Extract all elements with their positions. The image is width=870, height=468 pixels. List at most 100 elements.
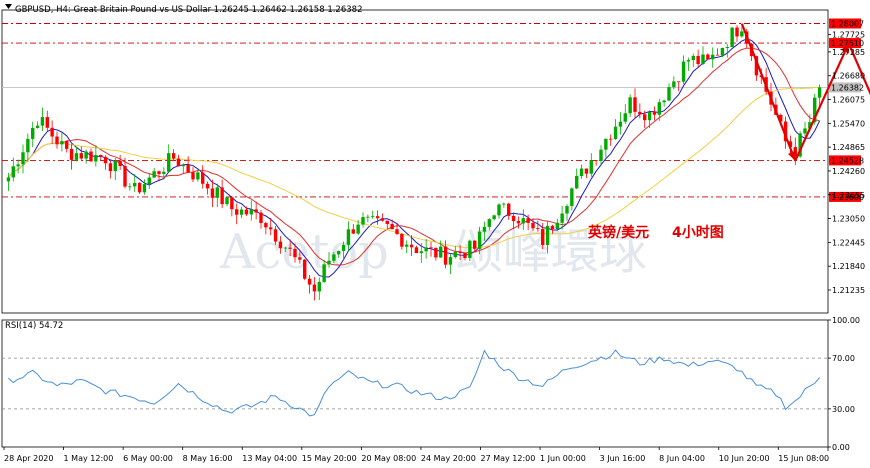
candle-body — [167, 153, 171, 172]
candle-body — [84, 151, 88, 159]
price-tick-label: 1.25470 — [832, 119, 865, 128]
candle-body — [210, 188, 215, 198]
candle-body — [6, 177, 11, 182]
candle-body — [385, 220, 389, 225]
candle-body — [356, 224, 360, 234]
candle-body — [103, 157, 108, 164]
rsi-panel-frame — [1, 319, 829, 448]
candle-body — [157, 171, 161, 174]
price-tick-label: 1.26680 — [832, 72, 865, 81]
candle-body — [463, 253, 467, 258]
candle-body — [50, 127, 54, 137]
candle-body — [643, 114, 647, 121]
price-chart-svg[interactable]: Acetop颂峰環球1.280071.275101.245281.236001.… — [0, 0, 870, 468]
candle-body — [599, 149, 603, 161]
candle-body — [730, 27, 734, 48]
candle-body — [584, 168, 589, 174]
candle-body — [633, 97, 637, 112]
candle-body — [720, 47, 725, 56]
time-tick-label: 6 May 00:00 — [123, 454, 173, 463]
candle-body — [681, 61, 686, 82]
candle-body — [405, 244, 409, 247]
candle-body — [375, 216, 380, 219]
time-tick-label: 27 May 12:00 — [480, 454, 535, 463]
candle-body — [327, 260, 331, 265]
time-tick-label: 13 May 04:00 — [242, 454, 297, 463]
candle-body — [458, 251, 462, 254]
candle-body — [395, 229, 399, 234]
price-tick-label: 1.23050 — [832, 215, 865, 224]
rsi-tick-label: 100.00 — [832, 316, 860, 325]
candle-body — [283, 247, 287, 249]
candle-body — [293, 248, 297, 258]
candle-body — [502, 203, 506, 205]
candle-body — [817, 87, 822, 98]
candle-body — [453, 251, 457, 258]
time-tick-label: 8 Jun 04:00 — [659, 454, 705, 463]
candle-body — [541, 229, 545, 245]
rsi-title: RSI(14) 54.72 — [5, 321, 63, 331]
candle-body — [99, 155, 103, 158]
price-tick-label: 1.21840 — [832, 262, 865, 271]
rsi-tick-label: 70.00 — [832, 354, 855, 363]
candle-body — [312, 284, 317, 292]
price-tick-label: 1.24260 — [832, 167, 865, 176]
candle-body — [273, 229, 278, 242]
candle-body — [594, 160, 598, 162]
candle-body — [507, 203, 511, 216]
candle-body — [531, 222, 535, 229]
time-tick-label: 15 May 20:00 — [302, 454, 357, 463]
annotation-arrow-segment-0 — [740, 23, 797, 162]
candle-body — [259, 212, 263, 224]
candle-body — [113, 160, 117, 172]
candle-body — [176, 158, 181, 167]
moving-average-line-2 — [8, 86, 820, 249]
candle-body — [361, 217, 365, 225]
candle-body — [108, 163, 113, 172]
candle-body — [346, 229, 351, 245]
price-tick-label: 1.26075 — [832, 96, 865, 105]
candle-body — [230, 197, 234, 210]
rsi-tick-label: 0.00 — [832, 443, 850, 452]
candle-body — [74, 153, 79, 160]
candle-body — [269, 227, 273, 230]
candle-body — [434, 247, 438, 258]
candle-body — [235, 209, 239, 215]
price-tick-label: 1.24865 — [832, 143, 865, 152]
candle-body — [322, 264, 326, 282]
candle-body — [303, 259, 307, 279]
candle-body — [711, 54, 715, 60]
candle-body — [254, 209, 258, 213]
candle-body — [691, 55, 695, 61]
candle-body — [409, 244, 414, 248]
time-tick-label: 8 May 16:00 — [183, 454, 233, 463]
candle-body — [647, 112, 652, 121]
candle-body — [11, 166, 15, 178]
candle-body — [133, 182, 137, 187]
chevron-down-icon[interactable] — [5, 4, 12, 9]
candle-body — [579, 168, 584, 176]
candle-body — [137, 182, 142, 193]
candle-body — [196, 172, 200, 180]
time-tick-label: 10 Jun 20:00 — [719, 454, 770, 463]
candle-body — [152, 171, 156, 178]
candle-body — [215, 187, 219, 198]
candle-body — [560, 213, 564, 223]
price-tick-label: 1.21235 — [832, 286, 865, 295]
candle-body — [701, 54, 705, 65]
candle-body — [317, 281, 321, 292]
level-label-0: 1.28007 — [831, 19, 864, 28]
candle-body — [40, 117, 45, 126]
candle-body — [482, 226, 487, 232]
candle-body — [249, 209, 253, 215]
candle-body — [341, 244, 346, 251]
candle-body — [740, 31, 744, 37]
candle-body — [298, 257, 302, 260]
time-tick-label: 3 Jun 16:00 — [600, 454, 646, 463]
annotation-label-timeframe: 4小时图 — [672, 224, 724, 241]
candle-body — [35, 125, 40, 128]
candle-body — [696, 55, 700, 65]
time-tick-label: 15 Jun 08:00 — [778, 454, 829, 463]
candle-body — [123, 165, 127, 187]
rsi-line — [8, 349, 820, 417]
